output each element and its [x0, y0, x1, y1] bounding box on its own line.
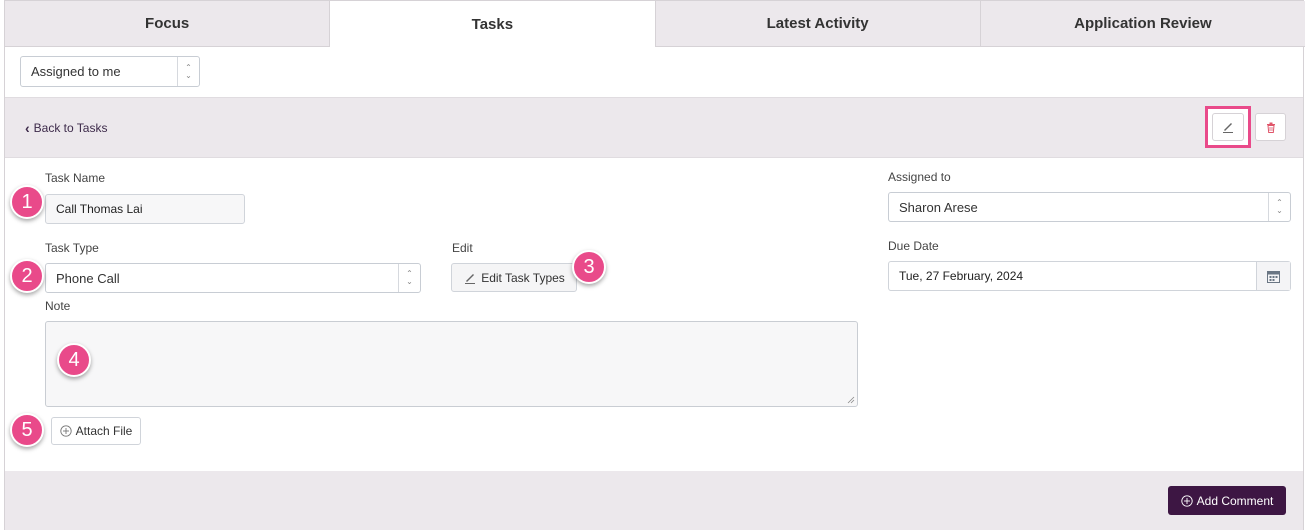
attach-file-button[interactable]: Attach File [51, 417, 141, 445]
delete-task-button[interactable] [1255, 113, 1286, 141]
callout-badge-4: 4 [57, 343, 91, 377]
tab-application-review[interactable]: Application Review [980, 1, 1305, 47]
callout-badge-3: 3 [572, 250, 606, 284]
trash-icon [1266, 122, 1275, 133]
assigned-to-select[interactable]: Sharon Arese ⌃ ⌄ [888, 192, 1291, 222]
calendar-button[interactable] [1256, 262, 1290, 290]
back-to-tasks-link[interactable]: ‹ Back to Tasks [25, 120, 107, 136]
chevron-up-down-icon: ⌃ ⌄ [1268, 193, 1290, 221]
task-filter-select[interactable]: Assigned to me ⌃ ⌄ [20, 56, 200, 87]
back-to-tasks-label: Back to Tasks [33, 121, 108, 135]
edit-label: Edit [452, 241, 473, 255]
due-date-label: Due Date [888, 239, 939, 253]
callout-badge-2: 2 [10, 259, 44, 293]
edit-task-types-label: Edit Task Types [481, 270, 565, 285]
task-filter-value: Assigned to me [31, 64, 121, 79]
due-date-input[interactable]: Tue, 27 February, 2024 [888, 261, 1291, 291]
task-name-input[interactable]: Call Thomas Lai [45, 194, 245, 224]
plus-circle-icon [1180, 494, 1193, 507]
tab-latest-activity[interactable]: Latest Activity [655, 1, 981, 47]
resize-handle-icon[interactable] [847, 396, 855, 404]
plus-circle-icon [59, 425, 72, 437]
task-name-label: Task Name [45, 171, 106, 185]
tab-bar: Focus Tasks Latest Activity Application … [5, 1, 1305, 47]
callout-badge-1: 1 [10, 185, 44, 219]
chevron-up-down-icon: ⌃ ⌄ [398, 264, 420, 292]
task-toolbar: ‹ Back to Tasks [5, 98, 1303, 158]
note-textarea[interactable] [45, 321, 858, 407]
tab-focus[interactable]: Focus [5, 1, 331, 47]
task-detail-panel: Focus Tasks Latest Activity Application … [4, 0, 1305, 530]
filter-row: Assigned to me ⌃ ⌄ [5, 47, 1303, 98]
task-type-value: Phone Call [56, 270, 120, 286]
edit-task-button[interactable] [1205, 106, 1251, 148]
add-comment-button[interactable]: Add Comment [1168, 486, 1286, 515]
chevron-left-icon: ‹ [25, 120, 30, 136]
note-label: Note [45, 299, 71, 313]
due-date-value: Tue, 27 February, 2024 [899, 269, 1024, 283]
assigned-to-label: Assigned to [888, 170, 951, 184]
chevron-up-down-icon: ⌃ ⌄ [177, 57, 199, 86]
task-type-select[interactable]: Phone Call ⌃ ⌄ [45, 263, 421, 293]
tab-tasks[interactable]: Tasks [330, 1, 656, 47]
attach-file-label: Attach File [75, 424, 133, 438]
calendar-icon [1267, 270, 1280, 283]
comment-footer: Add Comment [5, 471, 1303, 530]
pencil-icon [465, 273, 476, 284]
task-type-label: Task Type [45, 241, 99, 255]
pencil-icon [1223, 123, 1233, 133]
edit-task-types-button[interactable]: Edit Task Types [451, 263, 577, 292]
assigned-to-value: Sharon Arese [899, 199, 978, 215]
callout-badge-5: 5 [10, 413, 44, 447]
add-comment-label: Add Comment [1196, 493, 1274, 508]
